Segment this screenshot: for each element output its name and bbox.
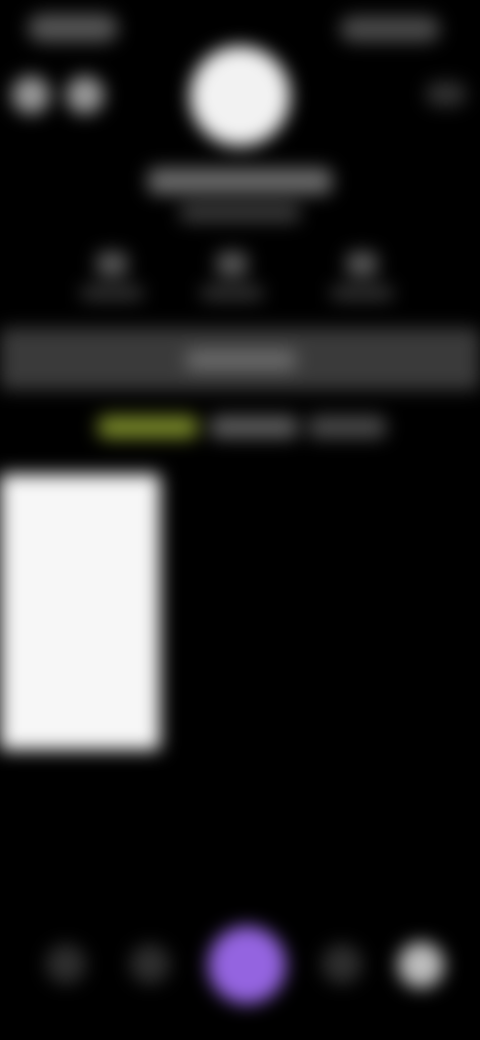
back-icon[interactable]: [12, 76, 50, 114]
action-button[interactable]: [0, 328, 480, 390]
action-button-label: [186, 350, 296, 370]
stat-item[interactable]: [196, 252, 268, 308]
home-icon[interactable]: [46, 944, 86, 984]
stat-value: [97, 252, 127, 276]
tab-1[interactable]: [98, 416, 198, 438]
stat-label: [201, 286, 263, 300]
profile-subtitle: [180, 204, 300, 222]
share-icon[interactable]: [66, 76, 104, 114]
status-time: [28, 14, 118, 42]
tab-3[interactable]: [308, 416, 386, 438]
blurred-screen: [0, 0, 480, 1040]
stat-value: [217, 252, 247, 276]
menu-icon[interactable]: [426, 82, 466, 106]
tab-2[interactable]: [210, 416, 298, 438]
profile-icon[interactable]: [398, 942, 444, 988]
stat-label: [81, 286, 143, 300]
status-indicators: [340, 16, 440, 42]
avatar[interactable]: [190, 46, 290, 146]
search-icon[interactable]: [130, 944, 170, 984]
create-icon[interactable]: [208, 926, 286, 1004]
stat-value: [347, 252, 377, 276]
stat-item[interactable]: [326, 252, 398, 308]
stat-label: [331, 286, 393, 300]
stat-item[interactable]: [76, 252, 148, 308]
profile-username: [148, 168, 332, 194]
inbox-icon[interactable]: [322, 944, 362, 984]
post-thumbnail[interactable]: [0, 474, 160, 750]
